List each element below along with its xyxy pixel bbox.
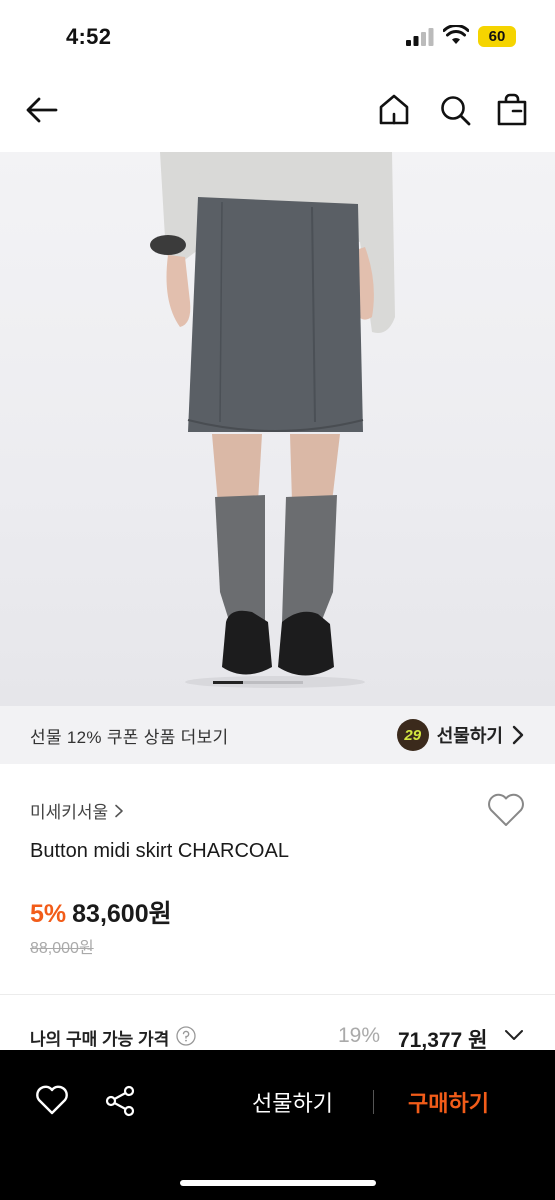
my-price-label: 나의 구매 가능 가격 xyxy=(30,1030,170,1049)
gift-count-badge: 29 xyxy=(396,719,429,751)
chevron-right-icon xyxy=(115,804,124,817)
image-pager-active xyxy=(213,681,243,684)
discount-rate: 5% xyxy=(30,900,67,928)
gift-button[interactable]: 선물하기 xyxy=(252,1086,333,1118)
home-button[interactable] xyxy=(376,92,412,128)
gift-link-label: 선물하기 xyxy=(436,726,503,746)
like-button[interactable] xyxy=(486,792,526,828)
divider xyxy=(0,994,555,995)
search-button[interactable] xyxy=(437,92,473,128)
coupon-text: 선물 12% 쿠폰 상품 더보기 xyxy=(30,727,229,747)
heart-icon xyxy=(36,1085,68,1115)
chevron-right-icon xyxy=(512,725,524,745)
gift-coupon-banner[interactable]: 선물 12% 쿠폰 상품 더보기 29 선물하기 xyxy=(0,706,555,764)
divider xyxy=(373,1090,374,1114)
image-pager xyxy=(213,681,303,684)
chevron-down-icon xyxy=(505,1030,523,1040)
search-icon xyxy=(441,96,471,126)
wifi-icon xyxy=(443,25,469,44)
product-image[interactable] xyxy=(0,152,555,706)
my-discount-rate: 19% xyxy=(338,1024,381,1047)
shopping-bag-icon xyxy=(497,93,527,126)
help-icon[interactable] xyxy=(176,1026,196,1046)
home-icon xyxy=(379,94,409,125)
price-row: 5% 83,600원 xyxy=(30,894,172,930)
gift-link[interactable]: 29 선물하기 xyxy=(396,719,525,751)
top-nav-bar xyxy=(0,78,555,142)
arrow-left-icon xyxy=(26,97,58,123)
home-indicator xyxy=(180,1180,376,1186)
share-button[interactable] xyxy=(102,1083,138,1119)
buy-button[interactable]: 구매하기 xyxy=(408,1086,489,1118)
brand-name: 미세키서울 xyxy=(30,803,109,822)
original-price: 88,000원 xyxy=(30,940,94,957)
product-title: Button midi skirt CHARCOAL xyxy=(30,840,289,862)
heart-icon xyxy=(488,793,524,826)
wishlist-button[interactable] xyxy=(34,1083,70,1119)
sale-price: 83,600원 xyxy=(72,900,172,928)
cellular-signal-icon xyxy=(406,28,434,46)
brand-link[interactable]: 미세키서울 xyxy=(30,798,124,823)
status-time: 4:52 xyxy=(66,24,112,49)
status-bar: 4:52 60 xyxy=(0,0,555,72)
battery-indicator: 60 xyxy=(478,26,516,47)
back-button[interactable] xyxy=(24,92,60,128)
bottom-action-bar: 선물하기 구매하기 xyxy=(0,1050,555,1200)
cart-button[interactable] xyxy=(494,92,530,128)
share-icon xyxy=(105,1085,135,1117)
skirt-model-photo xyxy=(150,152,395,688)
